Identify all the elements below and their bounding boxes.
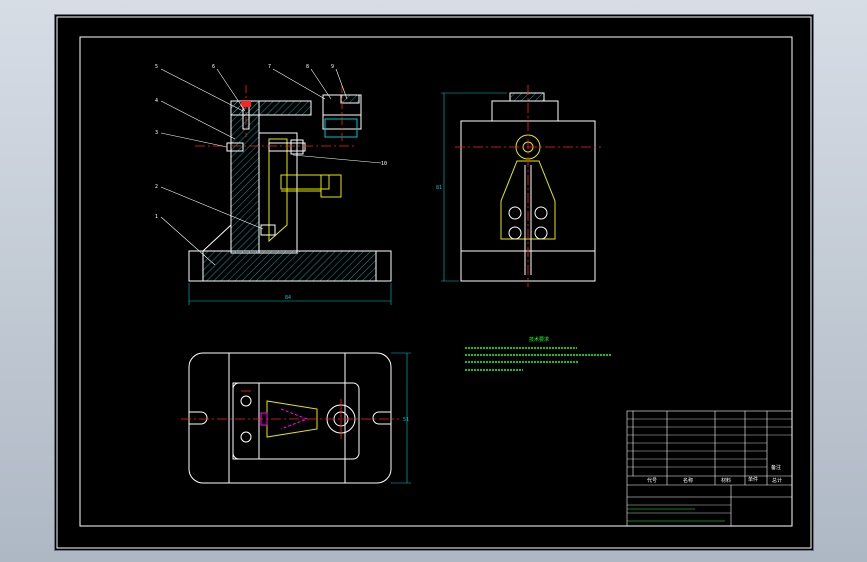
width-dimension-value: 84	[285, 295, 291, 301]
balloon-10: 10	[381, 161, 387, 167]
balloon-4: 4	[155, 98, 158, 104]
side-top-block	[491, 100, 559, 122]
depth-dimension-value: 51	[403, 417, 409, 423]
balloon-5: 5	[155, 64, 158, 70]
column-section	[230, 100, 260, 254]
title-block-header-material: 材料	[721, 477, 731, 484]
notes-title: 技术要求	[529, 336, 549, 343]
clamp-block	[324, 118, 358, 138]
pin-2	[260, 224, 276, 236]
balloon-8: 8	[306, 64, 309, 70]
title-block-header-code: 代号	[647, 477, 657, 484]
balloon-9: 9	[331, 64, 334, 70]
title-block	[626, 410, 793, 527]
notes-body-lines	[465, 347, 611, 371]
title-block-header-total: 总计	[772, 477, 782, 484]
top-view: 51	[181, 352, 411, 484]
column-fillet	[201, 223, 232, 252]
height-dimension-value: 81	[436, 185, 442, 191]
balloon-6: 6	[212, 64, 215, 70]
technical-notes: 技术要求	[465, 336, 611, 371]
right-slot	[372, 411, 391, 425]
title-block-remark: 备注	[771, 464, 781, 471]
assembly-drawing: 5 6 7 8 9 4 3 10 2 1 84 81 51 技术要求 代号 名称…	[56, 16, 812, 549]
front-view: 5 6 7 8 9 4 3 10 2 1 84	[155, 64, 392, 305]
sheet-inner-border	[79, 36, 793, 527]
left-slot	[189, 411, 208, 425]
swing-lever	[268, 138, 288, 243]
side-knurled-nut	[509, 92, 545, 102]
top-base-outline	[188, 352, 392, 484]
side-view: 81	[436, 85, 601, 287]
balloon-1: 1	[155, 214, 158, 220]
title-block-header-unit: 单件	[748, 476, 758, 483]
balloon-7: 7	[268, 64, 271, 70]
lever-arm	[280, 174, 330, 190]
title-block-approval-rows	[627, 508, 725, 522]
balloon-3: 3	[155, 130, 158, 136]
title-block-header-name: 名称	[683, 477, 693, 484]
sheet-outer-border	[56, 16, 812, 549]
balloon-2: 2	[155, 184, 158, 190]
base-plate-section	[202, 250, 377, 282]
cad-drawing-viewport[interactable]: 5 6 7 8 9 4 3 10 2 1 84 81 51 技术要求 代号 名称…	[54, 14, 814, 551]
